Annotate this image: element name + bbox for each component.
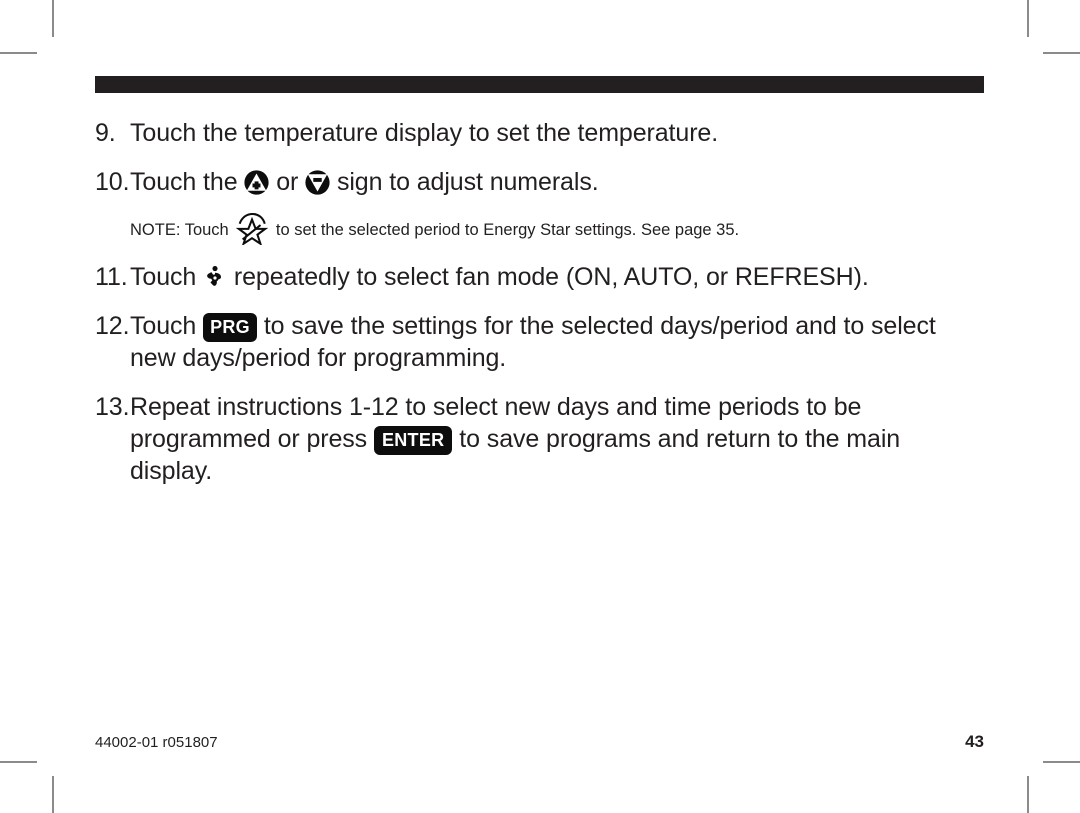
note-line: NOTE: Touch to set the selected period t…	[130, 211, 984, 247]
step-number: 10.	[95, 168, 130, 196]
instruction-step-11: 11. Touch repeatedly to select fan mode …	[95, 261, 984, 293]
step-text: Touch the or sign to adjust numerals.	[130, 166, 984, 198]
crop-mark-top-right-horizontal	[1043, 52, 1080, 54]
prg-key-badge[interactable]: PRG	[203, 313, 257, 342]
crop-mark-bottom-left-vertical	[52, 776, 54, 813]
crop-mark-bottom-right-vertical	[1027, 776, 1029, 813]
instruction-step-13: 13. Repeat instructions 1-12 to select n…	[95, 391, 984, 487]
crop-mark-bottom-left-horizontal	[0, 761, 37, 763]
page-footer: 44002-01 r051807 43	[95, 732, 984, 752]
crop-mark-top-left-vertical	[52, 0, 54, 37]
instruction-list: 9. Touch the temperature display to set …	[95, 117, 984, 487]
crop-mark-top-right-vertical	[1027, 0, 1029, 37]
page-content: 9. Touch the temperature display to set …	[95, 76, 984, 504]
step-number: 9.	[95, 119, 116, 147]
step-number: 12.	[95, 312, 130, 340]
energy-star-icon[interactable]	[235, 211, 269, 247]
crop-mark-bottom-right-horizontal	[1043, 761, 1080, 763]
step-text: Touch PRG to save the settings for the s…	[130, 310, 984, 374]
page-number: 43	[965, 732, 984, 751]
step-text-segment: Touch	[130, 312, 204, 340]
up-arrow-plus-icon[interactable]	[244, 170, 269, 195]
instruction-step-10: 10. Touch the or sign to adjust numerals…	[95, 166, 984, 198]
instruction-step-12: 12. Touch PRG to save the settings for t…	[95, 310, 984, 374]
down-arrow-minus-icon[interactable]	[305, 170, 330, 195]
note-prefix: NOTE: Touch	[130, 221, 234, 239]
step-text: Touch the temperature display to set the…	[130, 117, 984, 149]
step-number: 11.	[95, 263, 128, 291]
crop-mark-top-left-horizontal	[0, 52, 37, 54]
note-suffix: to set the selected period to Energy Sta…	[271, 221, 740, 239]
document-id: 44002-01 r051807	[95, 734, 218, 751]
step-text: Touch repeatedly to select fan mode (ON,…	[130, 261, 984, 293]
step-text-segment: Touch	[130, 263, 204, 291]
step-text: Repeat instructions 1-12 to select new d…	[130, 391, 984, 487]
header-rule	[95, 76, 984, 93]
fan-icon[interactable]	[203, 265, 227, 291]
step-text-segment: Touch the temperature display to set the…	[130, 119, 719, 147]
enter-key-badge[interactable]: ENTER	[373, 426, 453, 455]
step-text-segment: sign to adjust numerals.	[330, 168, 599, 196]
instruction-step-9: 9. Touch the temperature display to set …	[95, 117, 984, 149]
step-text-segment: Touch the	[130, 168, 245, 196]
step-text-segment: repeatedly to select fan mode (ON, AUTO,…	[227, 263, 869, 291]
step-text-segment: or	[269, 168, 306, 196]
step-number: 13.	[95, 393, 130, 421]
